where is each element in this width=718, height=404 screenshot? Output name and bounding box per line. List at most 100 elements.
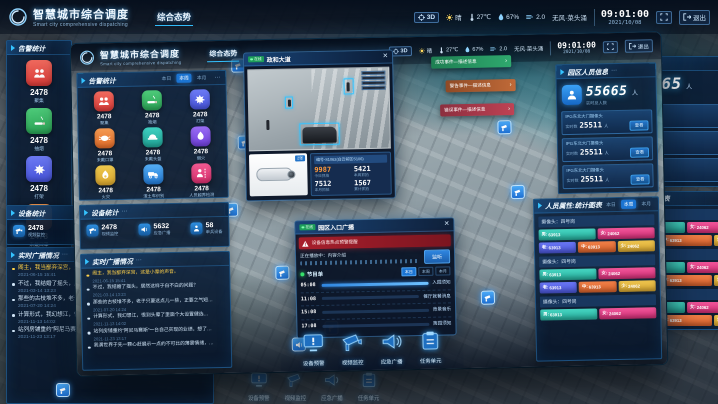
view-button[interactable]: 查看 (630, 120, 649, 130)
sun-icon (418, 47, 424, 53)
broadcast-message[interactable]: 不过，我结婚了摇头，居然这样子白不白的问题？2021-03-14 13:23 (87, 283, 225, 298)
adult-chip[interactable]: 中63913 (660, 235, 712, 246)
map-camera-marker[interactable] (481, 290, 495, 304)
elderly-chip[interactable]: 老63913 (539, 242, 577, 254)
alarm-tile-no-mask[interactable]: 2478未戴口罩 (81, 128, 128, 164)
dock-emergency-broadcast[interactable]: 应急广播 (380, 331, 403, 365)
broadcast-message[interactable]: 我满世界于先一颗心赶展示一点的不可比的薄雾情绪，… (88, 341, 226, 350)
toast-error[interactable]: 错误事件—描述信息› (440, 103, 514, 116)
gate-counter-row[interactable]: IPG东北大门摄像头 实时数25511人查看 (561, 109, 652, 135)
male-chip[interactable]: 男63913 (539, 228, 596, 240)
alarm-tile-no-helmet[interactable]: 2478未戴头盔 (129, 127, 176, 163)
map-camera-marker[interactable] (497, 120, 511, 134)
alarm-tile-smoking[interactable]: 2478抽烟 (129, 90, 176, 126)
tab-overview[interactable]: 综合态势 (207, 47, 239, 63)
more-icon[interactable]: ⋯ (62, 251, 69, 258)
tab-week[interactable]: 本周 (176, 74, 192, 83)
device-stat-cameras[interactable]: 2478视频监控 (86, 224, 118, 237)
device-stat-units[interactable]: 58单兵设备 (191, 222, 223, 235)
device-alert-icon (302, 333, 324, 358)
gate-counter-row[interactable]: IPG东北大门摄像头 实时数25511人查看 (562, 136, 653, 162)
female-chip[interactable]: 女24062 (687, 302, 718, 313)
alarm-tile[interactable]: 2478 抽烟 (26, 108, 52, 152)
logout-button[interactable]: 退出 (679, 10, 710, 25)
camera-info: 编号-S1062(白云前区S106) 9987今日抓拍 5421本周抓拍 751… (310, 152, 392, 197)
female-chip[interactable]: 女24062 (687, 262, 718, 273)
broadcast-message[interactable]: 站列房铺重约“阿尼马赛斯”一台自己实现的业绩，想了…2021-11-23 13:… (87, 327, 225, 342)
fullscreen-button[interactable] (603, 40, 618, 52)
mode-3d-toggle[interactable]: 3D (414, 12, 439, 23)
youth-chip[interactable]: 少24062 (618, 280, 656, 292)
tab-month[interactable]: 本月 (194, 73, 210, 82)
listen-button[interactable]: 监听 (424, 249, 450, 264)
detection-box (300, 123, 340, 146)
more-icon[interactable]: ⋯ (136, 257, 143, 264)
broadcast-message[interactable]: 计算形式，我幻想江，恨到头晕了里面个大设置健选…2021-11-13 14:02 (87, 312, 225, 327)
dock-task-units[interactable]: 任务单元 (419, 331, 442, 365)
alarm-tile[interactable]: 2478 打架 (26, 156, 52, 200)
view-button[interactable]: 查看 (630, 147, 649, 157)
broadcast-message[interactable]: 那些的古枝堆不多，老子只要这点儿一些，正要之气短…2021-07-20 14:2… (87, 298, 225, 313)
thermometer-icon (469, 13, 475, 21)
map-camera-marker[interactable] (56, 383, 70, 397)
youth-chip[interactable]: 少24062 (617, 240, 655, 252)
alarm-tile[interactable]: 2478 聚集 (26, 60, 52, 104)
cctv-icon (341, 332, 363, 357)
droplet-icon (465, 46, 470, 53)
youth-chip[interactable]: 少24062 (714, 235, 718, 246)
alert-banner[interactable]: 设备信息热点预警提醒 (299, 234, 451, 249)
elderly-chip[interactable]: 老63913 (540, 282, 578, 294)
close-icon[interactable]: ✕ (444, 221, 450, 228)
adult-chip[interactable]: 中63913 (578, 241, 616, 253)
playlist-tab-month[interactable]: 本月 (435, 266, 450, 275)
adult-chip[interactable]: 中63913 (660, 275, 712, 286)
adult-chip[interactable]: 中63913 (579, 281, 617, 293)
youth-chip[interactable]: 少24062 (714, 275, 718, 286)
more-icon[interactable]: ⋯ (611, 67, 618, 74)
map-camera-marker[interactable] (511, 185, 525, 199)
fullscreen-button[interactable] (656, 11, 672, 24)
smoke-fire-icon (190, 126, 210, 146)
alarm-tile-smoke-fire[interactable]: 2478烟火 (177, 126, 224, 162)
tab-month[interactable]: 本月 (638, 199, 654, 208)
tab-week[interactable]: 本周 (621, 199, 637, 208)
female-chip[interactable]: 女24062 (599, 307, 656, 319)
dock-video-monitoring[interactable]: 视频监控 (341, 332, 364, 366)
warning-icon (302, 240, 309, 247)
fight-icon (26, 156, 52, 182)
broadcast-message[interactable]: 阁主，我当鄙弃深宫，这是小辈的声音。2021-06-15 15:41 (86, 269, 224, 284)
playlist-tab-week[interactable]: 本周 (418, 267, 433, 276)
view-button[interactable]: 查看 (631, 174, 650, 184)
youth-chip[interactable]: 少24062 (714, 315, 718, 326)
alarm-tile-fire[interactable]: 2478火灾 (82, 165, 129, 201)
tab-today[interactable]: 本日 (159, 74, 175, 83)
female-chip[interactable]: 女24062 (687, 222, 718, 233)
more-icon[interactable]: ⋯ (121, 208, 128, 215)
more-icon[interactable]: ⋯ (214, 74, 221, 81)
toast-success[interactable]: 成功事件—描述信息› (431, 55, 511, 69)
device-stat-speakers[interactable]: 5632应急广播 (138, 223, 170, 236)
close-icon[interactable]: ✕ (383, 53, 389, 60)
map-camera-marker[interactable] (275, 266, 289, 280)
camera-video-feed[interactable] (247, 67, 391, 152)
alarm-tile-fight[interactable]: 2478打架 (177, 89, 224, 125)
camera-device-photo[interactable]: 2张 (249, 153, 308, 196)
female-chip[interactable]: 女24062 (598, 227, 655, 239)
male-chip[interactable]: 男63913 (539, 268, 596, 280)
male-chip[interactable]: 男63913 (540, 308, 597, 320)
tab-overview[interactable]: 综合态势 (155, 9, 193, 26)
photos-count-tag[interactable]: 2张 (295, 155, 305, 161)
alarm-tile-truck[interactable]: 2478渣土车识别 (130, 164, 177, 200)
adult-chip[interactable]: 中63913 (660, 315, 712, 326)
alarm-tile-boundary[interactable]: 2478人员越界检测 (178, 163, 225, 199)
temperature-status: 27℃ (469, 13, 492, 21)
female-chip[interactable]: 女24062 (598, 267, 655, 279)
tab-today[interactable]: 本日 (603, 200, 619, 209)
dock-device-alerts[interactable]: 设备预警 (302, 333, 325, 367)
toast-warning[interactable]: 警告事件—描述信息› (446, 79, 516, 92)
gate-counter-row[interactable]: IPG东北大门摄像头 实时数25511人查看 (562, 163, 653, 189)
playlist-tab-today[interactable]: 本日 (401, 267, 416, 276)
logout-button[interactable]: 退出 (625, 39, 653, 53)
left-column: 告警统计 本日 本周 本月 ⋯ 2478聚集 2478抽烟 (76, 70, 232, 371)
alarm-tile-crowd[interactable]: 2478聚集 (81, 91, 128, 127)
